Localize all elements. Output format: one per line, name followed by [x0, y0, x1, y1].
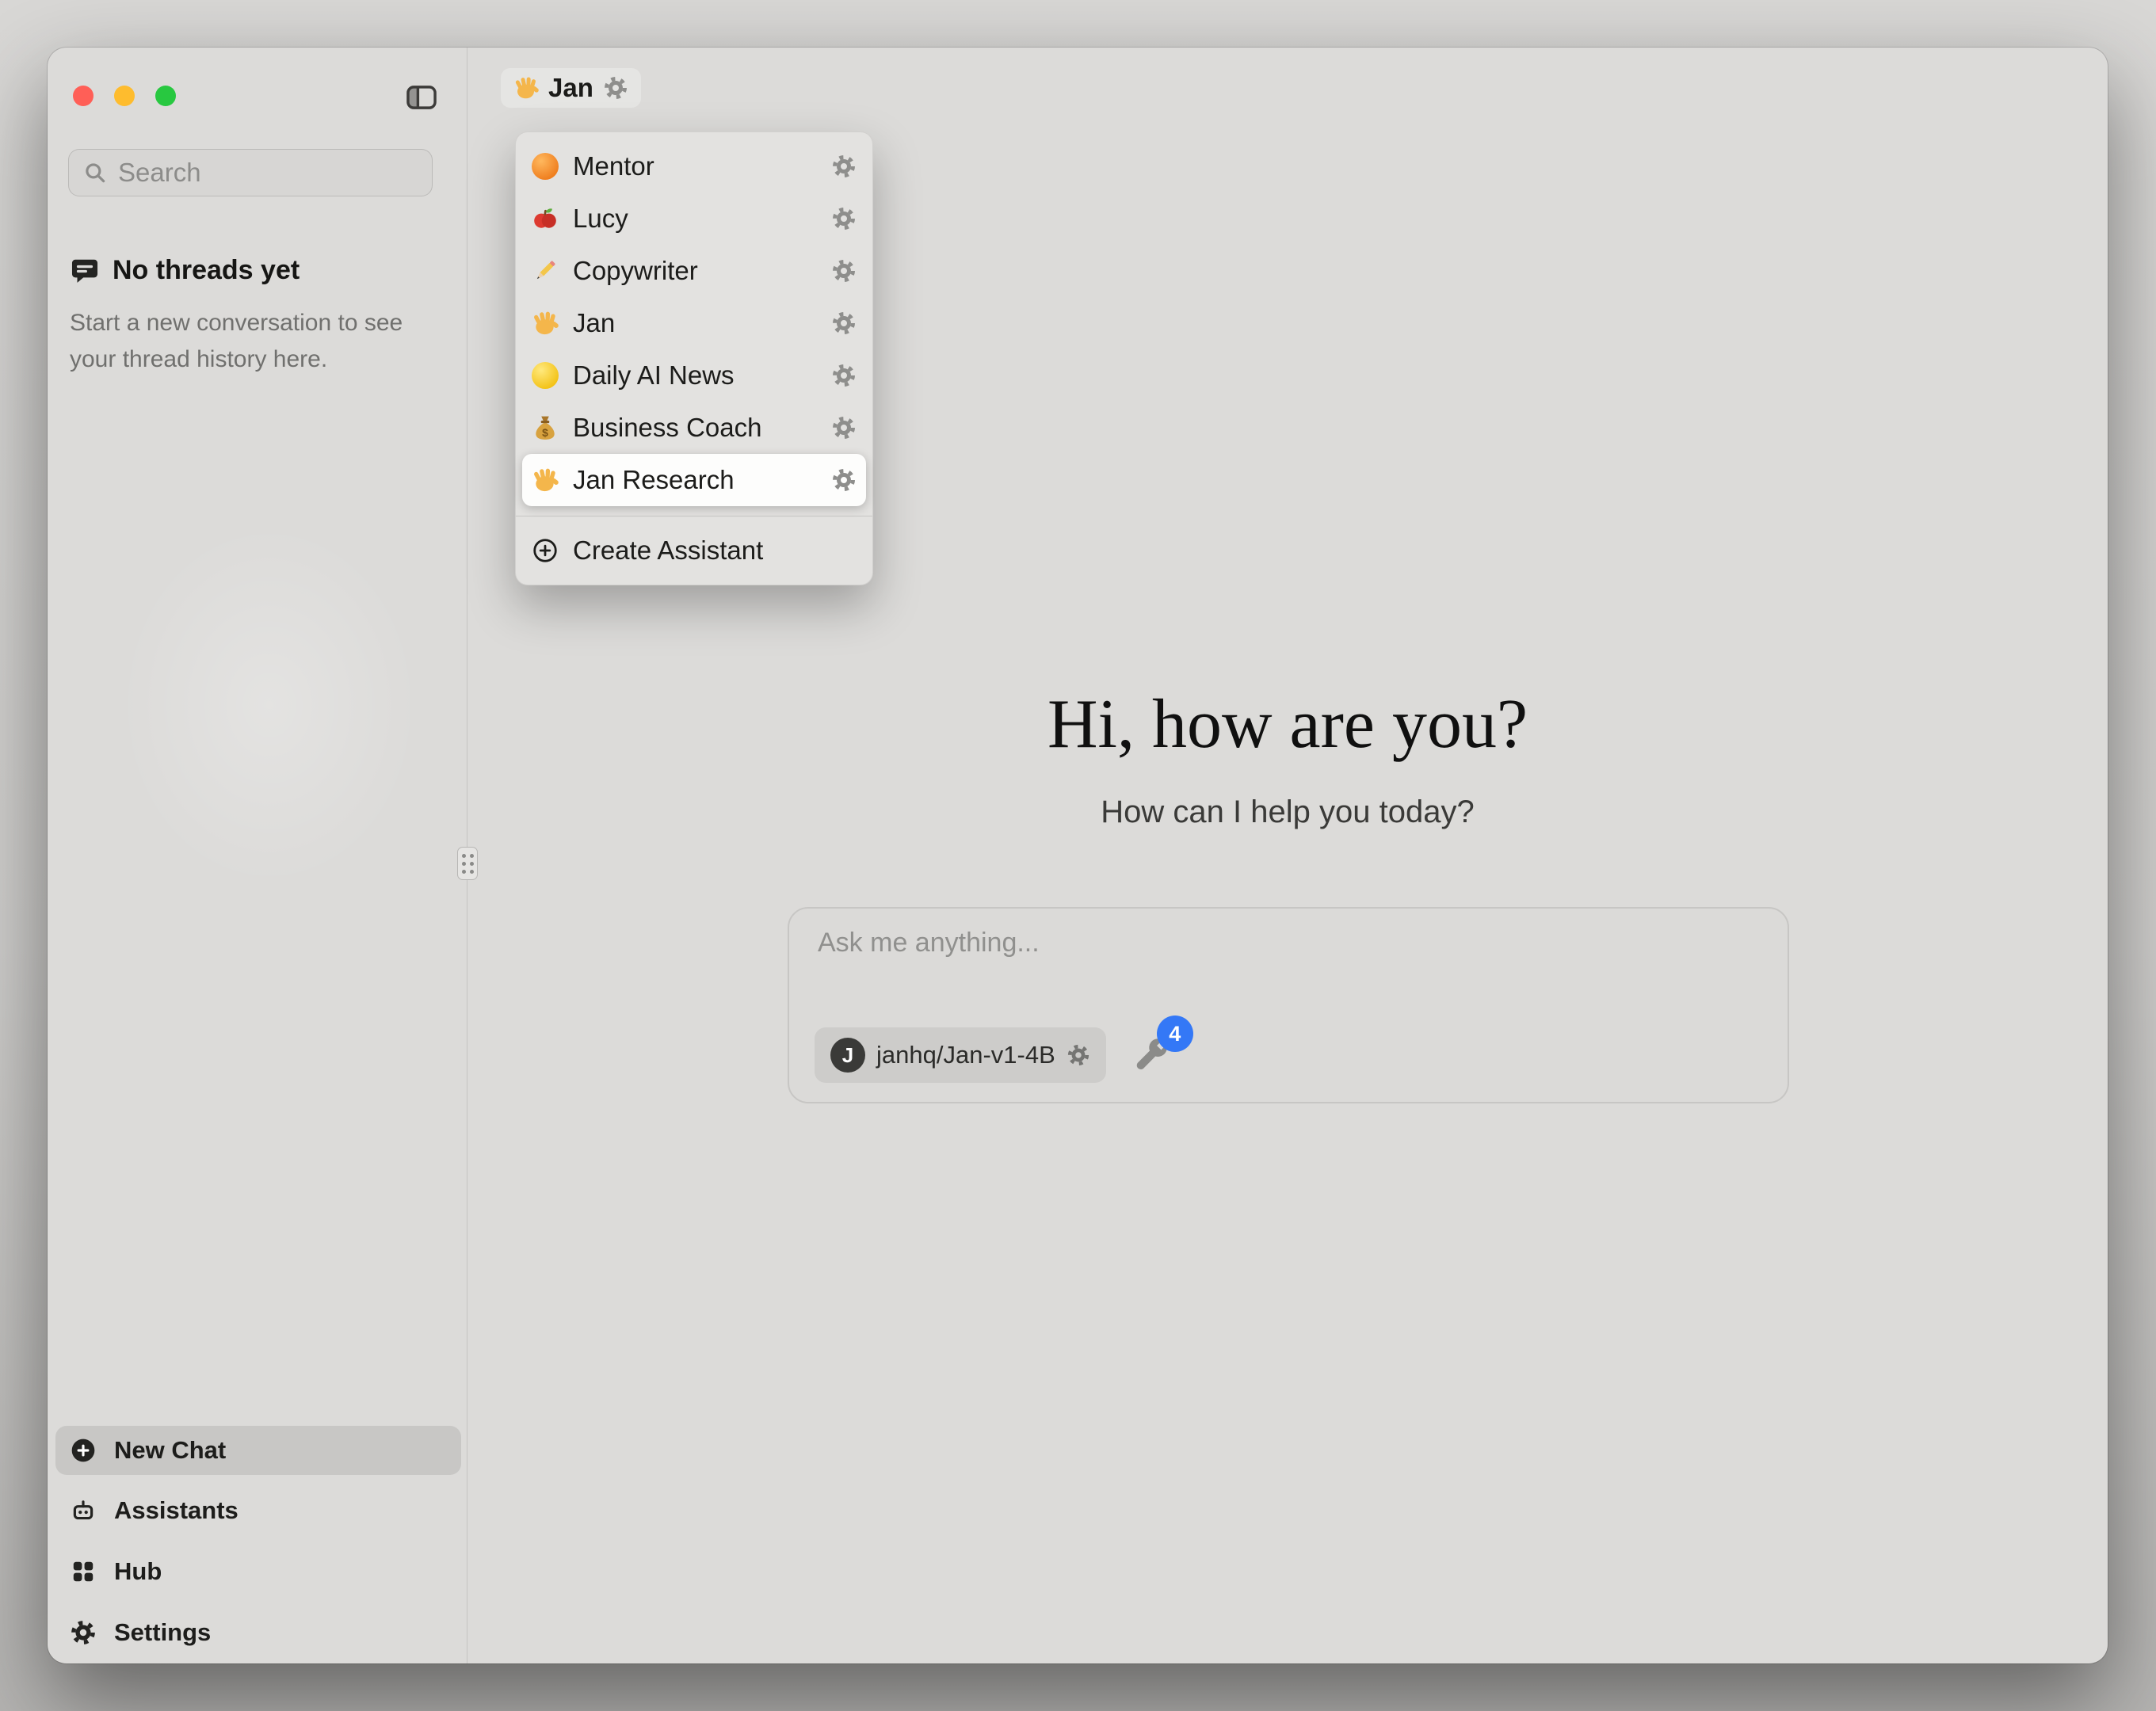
chat-composer: J janhq/Jan-v1-4B 4: [788, 907, 1789, 1103]
assistants-label: Assistants: [114, 1496, 238, 1525]
hub-label: Hub: [114, 1557, 162, 1586]
menu-item-label: Business Coach: [573, 413, 761, 443]
app-window: No threads yet Start a new conversation …: [48, 48, 2108, 1663]
assistant-menu: Mentor Lucy Copywriter Jan Daily AI News: [515, 131, 873, 585]
gear-icon[interactable]: [831, 258, 857, 284]
menu-item-daily-ai-news[interactable]: Daily AI News: [516, 349, 872, 402]
gear-icon[interactable]: [831, 363, 857, 388]
menu-item-label: Mentor: [573, 151, 654, 181]
menu-item-label: Jan Research: [573, 465, 735, 495]
assistant-settings-icon[interactable]: [603, 75, 628, 101]
minimize-button[interactable]: [114, 86, 135, 106]
model-name: janhq/Jan-v1-4B: [876, 1041, 1055, 1069]
waving-hand-icon: [532, 467, 559, 493]
menu-item-label: Jan: [573, 308, 615, 338]
menu-item-lucy[interactable]: Lucy: [516, 192, 872, 245]
sidebar-item-settings[interactable]: Settings: [55, 1608, 461, 1657]
sidebar-item-new-chat[interactable]: New Chat: [55, 1426, 461, 1475]
money-bag-icon: [532, 414, 559, 441]
settings-gear-icon: [70, 1619, 97, 1646]
zoom-button[interactable]: [155, 86, 176, 106]
main-area: Jan Mentor Lucy Copywriter Jan: [467, 48, 2108, 1663]
gear-icon[interactable]: [831, 206, 857, 231]
menu-item-business-coach[interactable]: Business Coach: [516, 402, 872, 454]
sidebar-toggle-button[interactable]: [403, 79, 440, 116]
orange-circle-icon: [532, 153, 559, 180]
gear-icon[interactable]: [831, 467, 857, 493]
create-assistant-button[interactable]: Create Assistant: [516, 526, 872, 575]
window-controls: [73, 86, 176, 106]
gear-icon[interactable]: [831, 415, 857, 440]
menu-item-label: Daily AI News: [573, 360, 735, 391]
sidebar-item-hub[interactable]: Hub: [55, 1547, 461, 1596]
hub-grid-icon: [70, 1558, 97, 1585]
pencil-icon: [532, 257, 559, 284]
chat-input[interactable]: [818, 928, 1759, 994]
search-icon: [82, 159, 109, 186]
sidebar-item-assistants[interactable]: Assistants: [55, 1486, 461, 1535]
waving-hand-icon: [532, 310, 559, 337]
plus-outline-icon: [532, 537, 559, 564]
settings-label: Settings: [114, 1618, 211, 1647]
search-box: [68, 149, 433, 196]
sidebar-resize-handle[interactable]: [457, 847, 478, 880]
apple-icon: [532, 205, 559, 232]
menu-item-jan-research[interactable]: Jan Research: [522, 454, 866, 506]
empty-state: No threads yet Start a new conversation …: [70, 255, 434, 378]
menu-item-mentor[interactable]: Mentor: [516, 140, 872, 192]
menu-item-label: Copywriter: [573, 256, 698, 286]
sidebar-glow: [119, 523, 420, 887]
waving-hand-icon: [513, 75, 539, 101]
tools-button[interactable]: 4: [1133, 1035, 1174, 1076]
chat-bubble-icon: [70, 256, 100, 286]
greeting-subtitle: How can I help you today?: [467, 795, 2108, 830]
greeting-heading: Hi, how are you?: [467, 684, 2108, 764]
sidebar: No threads yet Start a new conversation …: [48, 48, 467, 1663]
search-input[interactable]: [118, 158, 455, 188]
close-button[interactable]: [73, 86, 93, 106]
tools-count-badge: 4: [1157, 1016, 1193, 1052]
empty-state-title: No threads yet: [113, 255, 300, 286]
gear-icon[interactable]: [831, 154, 857, 179]
gear-icon[interactable]: [831, 311, 857, 336]
sidebar-toggle-icon: [405, 81, 438, 114]
current-assistant-name: Jan: [548, 73, 593, 103]
assistant-selector[interactable]: Jan: [501, 68, 641, 108]
model-settings-icon[interactable]: [1067, 1043, 1090, 1067]
menu-item-copywriter[interactable]: Copywriter: [516, 245, 872, 297]
assistants-icon: [70, 1497, 97, 1524]
model-avatar: J: [830, 1038, 865, 1073]
new-chat-label: New Chat: [114, 1436, 226, 1465]
plus-circle-icon: [70, 1437, 97, 1464]
menu-item-jan[interactable]: Jan: [516, 297, 872, 349]
empty-state-description: Start a new conversation to see your thr…: [70, 305, 426, 378]
yellow-circle-icon: [532, 362, 559, 389]
create-assistant-label: Create Assistant: [573, 535, 763, 566]
model-selector[interactable]: J janhq/Jan-v1-4B: [815, 1027, 1106, 1083]
menu-item-label: Lucy: [573, 204, 628, 234]
